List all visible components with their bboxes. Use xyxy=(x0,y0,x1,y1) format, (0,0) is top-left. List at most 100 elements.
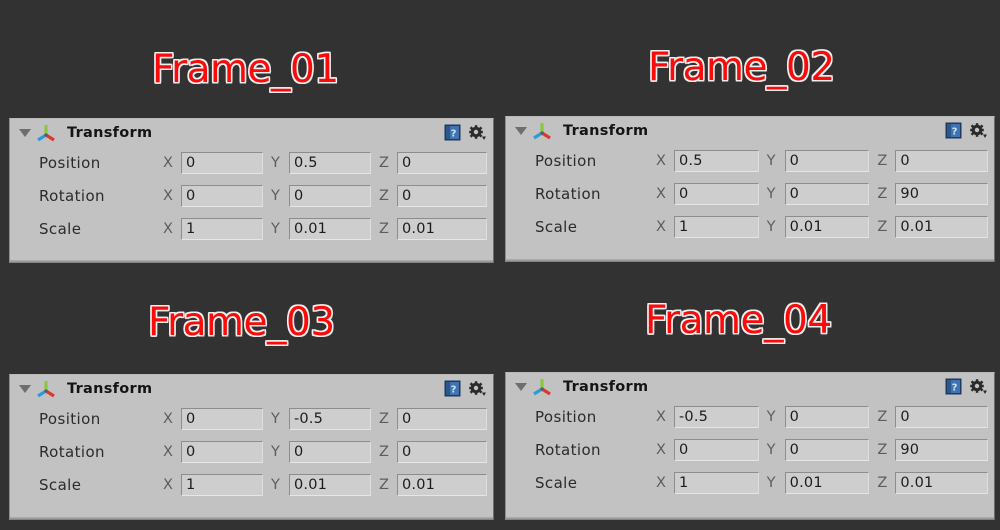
transform-axis-gizmo-icon xyxy=(37,380,55,397)
rotation-z-field-02[interactable]: 90 xyxy=(895,182,989,205)
help-book-icon[interactable]: ? xyxy=(945,378,962,395)
position-y-field-04[interactable]: 0 xyxy=(784,405,870,428)
property-row-position-04: Position X -0.5 Y 0 Z 0 xyxy=(506,400,989,433)
rotation-y-field-04[interactable]: 0 xyxy=(784,438,870,461)
axis-letter-x: X xyxy=(656,152,666,169)
foldout-triangle-down-icon[interactable] xyxy=(515,126,527,135)
scale-z-field-03[interactable]: 0.01 xyxy=(397,473,487,496)
frame-title-03: Frame_03 xyxy=(148,300,335,345)
scale-y-field-04[interactable]: 0.01 xyxy=(784,471,870,494)
rotation-z-field-03[interactable]: 0 xyxy=(397,440,487,463)
transform-axis-gizmo-icon xyxy=(533,378,551,395)
axis-cell-x: X 1 xyxy=(656,471,767,494)
property-label-scale: Scale xyxy=(535,217,578,236)
axis-cell-y: Y 0.01 xyxy=(271,217,379,240)
property-label-position: Position xyxy=(535,151,597,170)
transform-axis-gizmo-icon xyxy=(533,122,551,139)
scale-x-field-03[interactable]: 1 xyxy=(181,473,263,496)
component-header-02[interactable]: Transform ? xyxy=(506,117,994,144)
axis-letter-z: Z xyxy=(877,152,888,169)
rotation-y-field-01[interactable]: 0 xyxy=(289,184,371,207)
rotation-y-field-03[interactable]: 0 xyxy=(289,440,371,463)
help-book-icon[interactable]: ? xyxy=(945,122,962,139)
property-row-rotation-04: Rotation X 0 Y 0 Z 90 xyxy=(506,433,989,466)
position-z-field-01[interactable]: 0 xyxy=(397,151,487,174)
component-header-04[interactable]: Transform ? xyxy=(506,373,994,400)
axis-letter-z: Z xyxy=(877,441,888,458)
foldout-triangle-down-icon[interactable] xyxy=(19,384,31,393)
axis-cell-x: X 0 xyxy=(163,184,271,207)
scale-y-field-01[interactable]: 0.01 xyxy=(289,217,371,240)
position-z-field-03[interactable]: 0 xyxy=(397,407,487,430)
header-icons-04: ? xyxy=(945,378,987,395)
help-book-icon[interactable]: ? xyxy=(444,380,461,397)
component-title-04: Transform xyxy=(563,378,649,395)
scale-y-field-03[interactable]: 0.01 xyxy=(289,473,371,496)
foldout-triangle-down-icon[interactable] xyxy=(515,382,527,391)
axis-cell-x: X 0 xyxy=(163,151,271,174)
axis-cell-y: Y -0.5 xyxy=(271,407,379,430)
position-z-field-04[interactable]: 0 xyxy=(895,405,989,428)
settings-gear-icon[interactable] xyxy=(468,380,486,397)
rotation-x-field-03[interactable]: 0 xyxy=(181,440,263,463)
property-row-rotation-03: Rotation X 0 Y 0 Z 0 xyxy=(10,435,487,468)
axis-letter-z: Z xyxy=(379,187,389,204)
axis-letter-z: Z xyxy=(379,443,389,460)
property-row-rotation-02: Rotation X 0 Y 0 Z 90 xyxy=(506,177,989,210)
rotation-x-field-02[interactable]: 0 xyxy=(674,182,759,205)
rotation-x-field-04[interactable]: 0 xyxy=(674,438,759,461)
scale-x-field-02[interactable]: 1 xyxy=(674,215,759,238)
property-label-rotation: Rotation xyxy=(535,440,601,459)
axis-group-scale-03: X 1 Y 0.01 Z 0.01 xyxy=(163,473,487,496)
rotation-z-field-04[interactable]: 90 xyxy=(895,438,989,461)
panel-bottom-rule xyxy=(10,260,493,263)
axis-group-position-03: X 0 Y -0.5 Z 0 xyxy=(163,407,487,430)
header-icons-02: ? xyxy=(945,122,987,139)
svg-text:?: ? xyxy=(952,383,958,394)
component-title-03: Transform xyxy=(67,380,153,397)
scale-x-field-01[interactable]: 1 xyxy=(181,217,263,240)
position-y-field-01[interactable]: 0.5 xyxy=(289,151,371,174)
settings-gear-icon[interactable] xyxy=(969,122,987,139)
scale-y-field-02[interactable]: 0.01 xyxy=(784,215,870,238)
position-x-field-04[interactable]: -0.5 xyxy=(674,405,759,428)
axis-cell-z: Z 0 xyxy=(379,407,487,430)
rotation-z-field-01[interactable]: 0 xyxy=(397,184,487,207)
axis-cell-z: Z 0 xyxy=(379,184,487,207)
property-row-position-01: Position X 0 Y 0.5 Z 0 xyxy=(10,146,487,179)
panel-bottom-rule xyxy=(506,517,994,520)
position-x-field-03[interactable]: 0 xyxy=(181,407,263,430)
axis-letter-z: Z xyxy=(877,408,888,425)
property-rows-02: Position X 0.5 Y 0 Z 0 Rotation X 0 Y 0 … xyxy=(506,144,994,243)
scale-z-field-02[interactable]: 0.01 xyxy=(895,215,989,238)
position-z-field-02[interactable]: 0 xyxy=(895,149,989,172)
property-row-scale-01: Scale X 1 Y 0.01 Z 0.01 xyxy=(10,212,487,245)
component-header-01[interactable]: Transform ? xyxy=(10,119,493,146)
position-x-field-01[interactable]: 0 xyxy=(181,151,263,174)
settings-gear-icon[interactable] xyxy=(969,378,987,395)
axis-cell-x: X -0.5 xyxy=(656,405,767,428)
scale-z-field-01[interactable]: 0.01 xyxy=(397,217,487,240)
position-y-field-02[interactable]: 0 xyxy=(784,149,870,172)
scale-z-field-04[interactable]: 0.01 xyxy=(895,471,989,494)
axis-group-position-04: X -0.5 Y 0 Z 0 xyxy=(656,405,989,428)
help-book-icon[interactable]: ? xyxy=(444,124,461,141)
component-header-03[interactable]: Transform ? xyxy=(10,375,493,402)
axis-cell-z: Z 0 xyxy=(877,149,989,172)
scale-x-field-04[interactable]: 1 xyxy=(674,471,759,494)
axis-cell-z: Z 0 xyxy=(877,405,989,428)
inspector-panel-02: Transform ? Position X 0.5 Y 0 Z 0 Rotat… xyxy=(505,116,995,262)
axis-cell-y: Y 0.01 xyxy=(767,215,878,238)
rotation-y-field-02[interactable]: 0 xyxy=(784,182,870,205)
position-x-field-02[interactable]: 0.5 xyxy=(674,149,759,172)
foldout-triangle-down-icon[interactable] xyxy=(19,128,31,137)
svg-text:?: ? xyxy=(952,127,958,138)
position-y-field-03[interactable]: -0.5 xyxy=(289,407,371,430)
axis-cell-y: Y 0 xyxy=(767,405,878,428)
axis-letter-y: Y xyxy=(271,443,280,460)
axis-group-scale-01: X 1 Y 0.01 Z 0.01 xyxy=(163,217,487,240)
axis-cell-x: X 0 xyxy=(656,182,767,205)
frame-title-01: Frame_01 xyxy=(152,47,339,92)
rotation-x-field-01[interactable]: 0 xyxy=(181,184,263,207)
settings-gear-icon[interactable] xyxy=(468,124,486,141)
